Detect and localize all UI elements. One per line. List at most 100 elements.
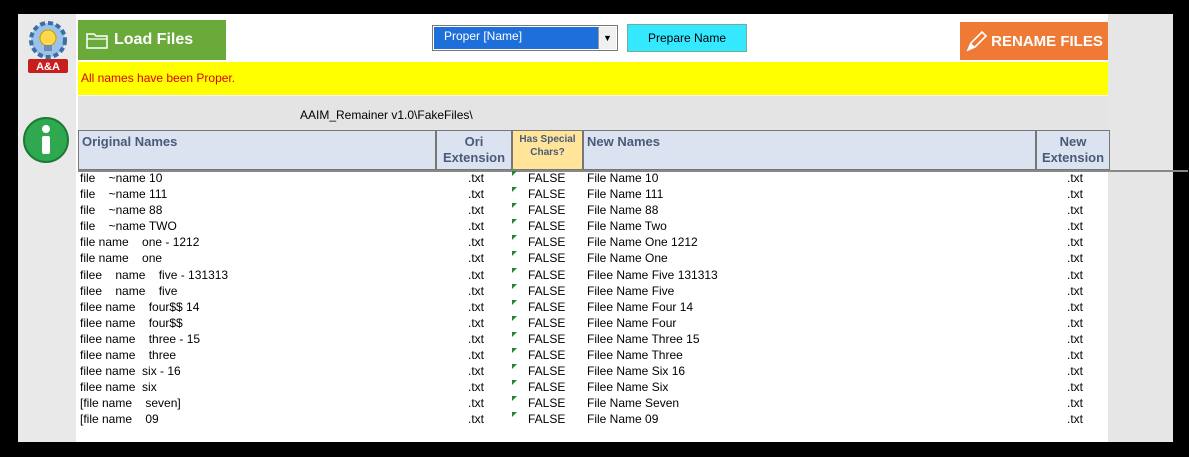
table-row[interactable]: file name one - 1212 .txt FALSE File Name O… — [78, 234, 1118, 250]
new-extension-cell[interactable]: .txt — [1067, 235, 1083, 249]
info-icon[interactable] — [22, 116, 70, 164]
table-row[interactable]: file ~name 111 .txt FALSE File Name 111 .txt — [78, 186, 1118, 202]
ori-extension-cell[interactable]: .txt — [468, 171, 484, 185]
new-extension-cell[interactable]: .txt — [1067, 364, 1083, 378]
original-name-cell[interactable]: filee name five - 131313 — [80, 268, 228, 282]
new-name-cell[interactable]: File Name Seven — [587, 396, 679, 410]
new-extension-cell[interactable]: .txt — [1067, 300, 1083, 314]
original-name-cell[interactable]: file name one - 1212 — [80, 235, 199, 249]
new-name-cell[interactable]: Filee Name Five — [587, 284, 674, 298]
new-name-cell[interactable]: Filee Name Three 15 — [587, 332, 700, 346]
table-row[interactable]: file name one .txt FALSE File Name One .txt — [78, 250, 1118, 266]
table-row[interactable]: filee name five - 131313 .txt FALSE Filee N… — [78, 267, 1118, 283]
ori-extension-cell[interactable]: .txt — [468, 235, 484, 249]
original-name-cell[interactable]: filee name three — [80, 348, 176, 362]
original-name-cell[interactable]: filee name six — [80, 380, 157, 394]
new-name-cell[interactable]: Filee Name Six — [587, 380, 668, 394]
ori-extension-cell[interactable]: .txt — [468, 251, 484, 265]
original-name-cell[interactable]: file name one — [80, 251, 162, 265]
prepare-name-button[interactable]: Prepare Name — [627, 24, 747, 52]
ori-extension-cell[interactable]: .txt — [468, 364, 484, 378]
new-extension-cell[interactable]: .txt — [1067, 412, 1083, 426]
has-special-chars-cell[interactable]: FALSE — [528, 412, 565, 426]
new-name-cell[interactable]: File Name 10 — [587, 171, 658, 185]
has-special-chars-cell[interactable]: FALSE — [528, 396, 565, 410]
table-row[interactable]: filee name three .txt FALSE Filee Name Thre… — [78, 347, 1118, 363]
has-special-chars-cell[interactable]: FALSE — [528, 300, 565, 314]
new-name-cell[interactable]: Filee Name Five 131313 — [587, 268, 718, 282]
new-extension-cell[interactable]: .txt — [1067, 396, 1083, 410]
has-special-chars-cell[interactable]: FALSE — [528, 203, 565, 217]
table-row[interactable]: file ~name TWO .txt FALSE File Name Two .txt — [78, 218, 1118, 234]
table-row[interactable]: filee name six .txt FALSE Filee Name Six .tx… — [78, 379, 1118, 395]
new-extension-cell[interactable]: .txt — [1067, 332, 1083, 346]
ori-extension-cell[interactable]: .txt — [468, 203, 484, 217]
case-format-select[interactable]: Proper [Name] ▼ — [432, 25, 618, 51]
ori-extension-cell[interactable]: .txt — [468, 219, 484, 233]
new-extension-cell[interactable]: .txt — [1067, 268, 1083, 282]
has-special-chars-cell[interactable]: FALSE — [528, 348, 565, 362]
rename-files-button[interactable]: RENAME FILES — [960, 22, 1108, 60]
load-files-button[interactable]: Load Files — [78, 20, 226, 60]
new-name-cell[interactable]: File Name 111 — [587, 187, 663, 201]
ori-extension-cell[interactable]: .txt — [468, 380, 484, 394]
original-name-cell[interactable]: file ~name 88 — [80, 203, 162, 217]
table-row[interactable]: filee name six - 16 .txt FALSE Filee Name S… — [78, 363, 1118, 379]
new-name-cell[interactable]: File Name One — [587, 251, 668, 265]
original-name-cell[interactable]: file ~name 10 — [80, 171, 162, 185]
new-name-cell[interactable]: Filee Name Three — [587, 348, 683, 362]
original-name-cell[interactable]: filee name six - 16 — [80, 364, 181, 378]
ori-extension-cell[interactable]: .txt — [468, 187, 484, 201]
table-row[interactable]: file ~name 10 .txt FALSE File Name 10 .txt — [78, 170, 1118, 186]
new-name-cell[interactable]: Filee Name Six 16 — [587, 364, 685, 378]
original-name-cell[interactable]: filee name four$$ 14 — [80, 300, 199, 314]
new-extension-cell[interactable]: .txt — [1067, 171, 1083, 185]
table-row[interactable]: file ~name 88 .txt FALSE File Name 88 .txt — [78, 202, 1118, 218]
new-name-cell[interactable]: Filee Name Four 14 — [587, 300, 693, 314]
ori-extension-cell[interactable]: .txt — [468, 412, 484, 426]
new-extension-cell[interactable]: .txt — [1067, 316, 1083, 330]
has-special-chars-cell[interactable]: FALSE — [528, 171, 565, 185]
original-name-cell[interactable]: [file name 09 — [80, 412, 159, 426]
new-name-cell[interactable]: Filee Name Four — [587, 316, 676, 330]
has-special-chars-cell[interactable]: FALSE — [528, 364, 565, 378]
new-name-cell[interactable]: File Name Two — [587, 219, 667, 233]
ori-extension-cell[interactable]: .txt — [468, 348, 484, 362]
has-special-chars-cell[interactable]: FALSE — [528, 268, 565, 282]
table-row[interactable]: filee name four$$ 14 .txt FALSE Filee Name … — [78, 299, 1118, 315]
table-row[interactable]: filee name three - 15 .txt FALSE Filee Name… — [78, 331, 1118, 347]
new-name-cell[interactable]: File Name 09 — [587, 412, 658, 426]
original-name-cell[interactable]: filee name three - 15 — [80, 332, 200, 346]
has-special-chars-cell[interactable]: FALSE — [528, 380, 565, 394]
has-special-chars-cell[interactable]: FALSE — [528, 316, 565, 330]
new-extension-cell[interactable]: .txt — [1067, 203, 1083, 217]
has-special-chars-cell[interactable]: FALSE — [528, 219, 565, 233]
table-row[interactable]: [file name seven] .txt FALSE File Name Seve… — [78, 395, 1118, 411]
ori-extension-cell[interactable]: .txt — [468, 268, 484, 282]
ori-extension-cell[interactable]: .txt — [468, 396, 484, 410]
new-extension-cell[interactable]: .txt — [1067, 380, 1083, 394]
ori-extension-cell[interactable]: .txt — [468, 316, 484, 330]
new-extension-cell[interactable]: .txt — [1067, 219, 1083, 233]
ori-extension-cell[interactable]: .txt — [468, 300, 484, 314]
new-extension-cell[interactable]: .txt — [1067, 284, 1083, 298]
new-extension-cell[interactable]: .txt — [1067, 187, 1083, 201]
table-row[interactable]: filee name five .txt FALSE Filee Name Five.… — [78, 283, 1118, 299]
new-name-cell[interactable]: File Name 88 — [587, 203, 658, 217]
new-extension-cell[interactable]: .txt — [1067, 251, 1083, 265]
ori-extension-cell[interactable]: .txt — [468, 332, 484, 346]
ori-extension-cell[interactable]: .txt — [468, 284, 484, 298]
has-special-chars-cell[interactable]: FALSE — [528, 284, 565, 298]
original-name-cell[interactable]: filee name five — [80, 284, 177, 298]
new-name-cell[interactable]: File Name One 1212 — [587, 235, 698, 249]
has-special-chars-cell[interactable]: FALSE — [528, 251, 565, 265]
table-row[interactable]: filee name four$$ .txt FALSE Filee Name Fou… — [78, 315, 1118, 331]
original-name-cell[interactable]: filee name four$$ — [80, 316, 183, 330]
has-special-chars-cell[interactable]: FALSE — [528, 332, 565, 346]
table-row[interactable]: [file name 09 .txt FALSE File Name 09 .txt — [78, 411, 1118, 427]
original-name-cell[interactable]: [file name seven] — [80, 396, 181, 410]
new-extension-cell[interactable]: .txt — [1067, 348, 1083, 362]
original-name-cell[interactable]: file ~name TWO — [80, 219, 177, 233]
has-special-chars-cell[interactable]: FALSE — [528, 187, 565, 201]
has-special-chars-cell[interactable]: FALSE — [528, 235, 565, 249]
